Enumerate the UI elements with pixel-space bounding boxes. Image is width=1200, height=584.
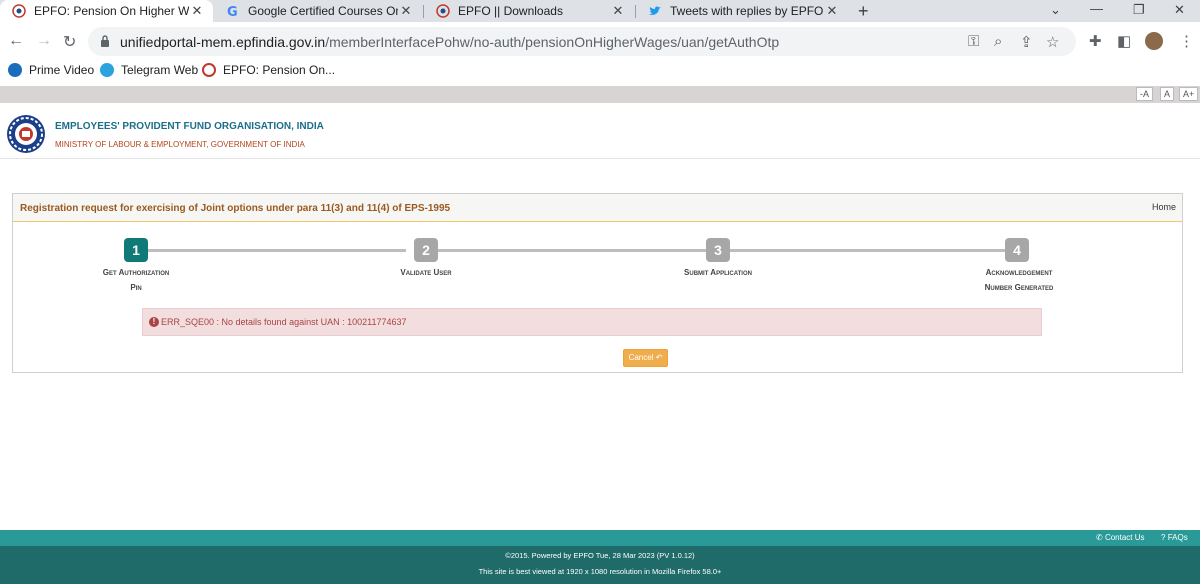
step-3-label: Submit Application — [658, 265, 778, 280]
svg-text:G: G — [227, 5, 238, 18]
back-arrow-icon[interactable]: ← — [8, 32, 24, 50]
step-connector — [148, 249, 406, 252]
step-4-label: Acknowledgement Number Generated — [960, 265, 1078, 295]
panel-header: Registration request for exercising of J… — [13, 194, 1182, 222]
browser-menu-icon[interactable]: ⋮ — [1179, 32, 1194, 50]
undo-arrow-icon: ↶ — [655, 353, 663, 362]
bookmarks-bar: Prime Video Telegram Web EPFO: Pension O… — [0, 60, 1200, 84]
telegram-icon — [100, 63, 114, 77]
zoom-icon[interactable]: ⌕ — [994, 33, 1002, 50]
browser-toolbar: ← → ↻ unifiedportal-mem.epfindia.gov.in/… — [0, 22, 1200, 60]
reload-icon[interactable]: ↻ — [63, 32, 76, 52]
epfo-logo — [7, 115, 45, 153]
window-close-icon[interactable]: ✕ — [1174, 2, 1185, 18]
tab-title: EPFO: Pension On Higher Wages — [34, 4, 189, 18]
question-icon: ? — [1161, 533, 1166, 542]
step-4-badge: 4 — [1005, 238, 1029, 262]
bookmark-star-icon[interactable]: ☆ — [1046, 33, 1059, 51]
step-1-badge: 1 — [124, 238, 148, 262]
cancel-button[interactable]: Cancel ↶ — [623, 349, 668, 367]
epfo-favicon-icon — [12, 4, 26, 18]
forward-arrow-icon[interactable]: → — [36, 32, 52, 50]
epfo-favicon-icon — [202, 63, 216, 77]
copyright-text: ©2015. Powered by EPFO Tue, 28 Mar 2023 … — [505, 551, 695, 560]
address-bar[interactable]: unifiedportal-mem.epfindia.gov.in/member… — [88, 27, 1076, 56]
key-icon[interactable]: ⚿ — [968, 33, 979, 50]
step-2-badge: 2 — [414, 238, 438, 262]
contact-us-link[interactable]: ✆ Contact Us — [1096, 533, 1145, 542]
faqs-link[interactable]: ? FAQs — [1161, 533, 1188, 542]
header-divider — [0, 158, 1200, 159]
panel-title: Registration request for exercising of J… — [20, 203, 451, 214]
tab-twitter-epfo[interactable]: Tweets with replies by EPFO (@sc ✕ — [636, 0, 848, 22]
profile-avatar[interactable] — [1145, 32, 1163, 50]
tab-title: Google Certified Courses Online — [248, 4, 398, 18]
accessibility-strip: -A A A+ — [0, 86, 1200, 103]
ministry-name: MINISTRY OF LABOUR & EMPLOYMENT, GOVERNM… — [55, 140, 305, 149]
step-label-line: Pin — [130, 283, 142, 292]
url-text: unifiedportal-mem.epfindia.gov.in/member… — [120, 34, 779, 50]
phone-icon: ✆ — [1096, 533, 1103, 542]
minimize-icon[interactable]: — — [1090, 1, 1103, 16]
error-message: ERR_SQE00 : No details found against UAN… — [161, 317, 407, 327]
prime-video-icon — [8, 63, 22, 77]
lock-icon — [101, 35, 109, 47]
cancel-label: Cancel — [628, 353, 654, 362]
close-icon[interactable]: ✕ — [398, 3, 414, 19]
step-connector — [438, 249, 706, 252]
tab-search-chevron-icon[interactable]: ⌄ — [1050, 2, 1061, 18]
tab-epfo-downloads[interactable]: EPFO || Downloads ✕ — [424, 0, 634, 22]
google-favicon-icon: G — [227, 5, 238, 18]
tab-google-courses[interactable]: G Google Certified Courses Online ✕ — [214, 0, 422, 22]
faqs-label: FAQs — [1167, 533, 1188, 542]
step-2-label: Validate User — [366, 265, 486, 280]
close-icon[interactable]: ✕ — [824, 3, 840, 19]
font-normal-button[interactable]: A — [1160, 87, 1175, 101]
bookmark-label: EPFO: Pension On... — [223, 63, 336, 77]
new-tab-button[interactable]: + — [858, 1, 869, 22]
footer-links-bar: ✆ Contact Us ? FAQs — [0, 530, 1200, 546]
error-alert: ! ERR_SQE00 : No details found against U… — [142, 308, 1042, 336]
footer: ©2015. Powered by EPFO Tue, 28 Mar 2023 … — [0, 546, 1200, 584]
tab-title: Tweets with replies by EPFO (@sc — [670, 4, 824, 18]
url-path: /memberInterfacePohw/no-auth/pensionOnHi… — [325, 34, 780, 50]
step-label-line: Acknowledgement — [985, 268, 1053, 277]
step-3-badge: 3 — [706, 238, 730, 262]
browser-tab-strip: EPFO: Pension On Higher Wages ✕ G Google… — [0, 0, 1200, 22]
bookmark-label: Telegram Web — [121, 63, 199, 77]
bookmark-label: Prime Video — [29, 63, 95, 77]
font-decrease-button[interactable]: -A — [1136, 87, 1153, 101]
contact-us-label: Contact Us — [1104, 533, 1145, 542]
share-icon[interactable]: ⇪ — [1020, 33, 1033, 51]
twitter-bird-icon — [649, 6, 661, 15]
url-host: unifiedportal-mem.epfindia.gov.in — [120, 34, 326, 50]
step-label-line: Validate User — [400, 268, 452, 277]
font-increase-button[interactable]: A+ — [1179, 87, 1199, 101]
organisation-name: EMPLOYEES' PROVIDENT FUND ORGANISATION, … — [55, 121, 324, 132]
close-icon[interactable]: ✕ — [610, 3, 626, 19]
close-icon[interactable]: ✕ — [189, 3, 205, 19]
side-panel-icon[interactable]: ◧ — [1117, 32, 1131, 50]
step-1-label: Get Authorization Pin — [76, 265, 196, 295]
step-label-line: Submit Application — [684, 268, 752, 277]
bookmark-telegram[interactable]: Telegram Web — [100, 63, 198, 77]
home-link[interactable]: Home — [1152, 202, 1176, 212]
restore-icon[interactable]: ❐ — [1133, 2, 1145, 18]
step-label-line: Get Authorization — [102, 268, 170, 277]
epfo-favicon-icon — [436, 4, 450, 18]
step-label-line: Number Generated — [984, 283, 1054, 292]
tab-epfo-pension[interactable]: EPFO: Pension On Higher Wages ✕ — [0, 0, 213, 22]
bookmark-epfo[interactable]: EPFO: Pension On... — [202, 63, 335, 77]
tab-title: EPFO || Downloads — [458, 4, 563, 18]
best-viewed-text: This site is best viewed at 1920 x 1080 … — [478, 567, 722, 576]
exclamation-circle-icon: ! — [149, 317, 159, 327]
extensions-puzzle-icon[interactable]: ✚ — [1089, 32, 1102, 50]
step-connector — [730, 249, 1006, 252]
bookmark-prime-video[interactable]: Prime Video — [8, 63, 94, 77]
